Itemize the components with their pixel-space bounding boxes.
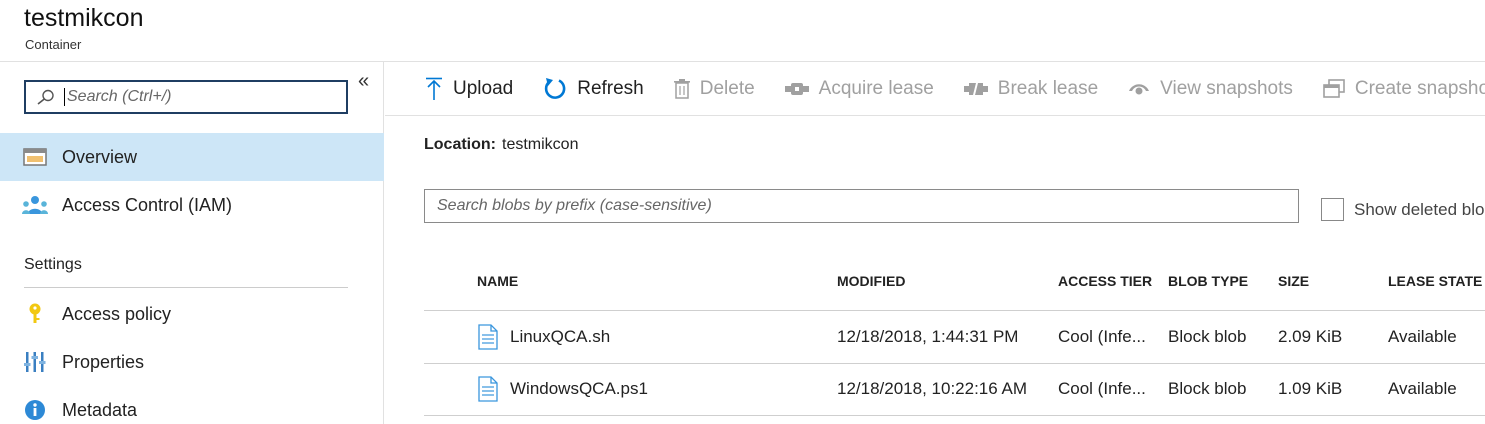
- location-info: Location: testmikcon: [424, 136, 578, 154]
- sidebar-search-input[interactable]: [67, 88, 327, 106]
- column-header-access-tier[interactable]: ACCESS TIER: [1058, 273, 1152, 289]
- column-header-size[interactable]: SIZE: [1278, 273, 1309, 289]
- lease-icon: [784, 81, 809, 97]
- blob-lease-state: Available: [1388, 379, 1457, 398]
- overview-icon: [22, 146, 48, 168]
- view-snapshots-label: View snapshots: [1160, 77, 1293, 99]
- create-snapshot-button[interactable]: Create snapshot: [1323, 78, 1485, 100]
- blob-size: 2.09 KiB: [1278, 327, 1343, 346]
- blob-name[interactable]: WindowsQCA.ps1: [510, 379, 648, 399]
- sidebar-item-label: Access policy: [62, 303, 172, 324]
- sidebar: « Overview Access Control (IAM) Settings: [0, 62, 384, 424]
- page-subtitle: Container: [25, 37, 82, 52]
- blob-size: 1.09 KiB: [1278, 379, 1343, 398]
- delete-button[interactable]: Delete: [673, 77, 755, 100]
- break-lease-icon: [963, 81, 988, 97]
- column-header-blob-type[interactable]: BLOB TYPE: [1168, 273, 1248, 289]
- sidebar-item-access-policy[interactable]: Access policy: [0, 290, 384, 338]
- table-row[interactable]: LinuxQCA.sh 12/18/2018, 1:44:31 PM Cool …: [424, 312, 1485, 364]
- snapshot-icon: [1323, 78, 1345, 99]
- file-icon: [478, 324, 498, 355]
- settings-section-label: Settings: [24, 256, 82, 273]
- file-icon: [478, 376, 498, 407]
- blob-type: Block blob: [1168, 379, 1247, 398]
- trash-icon: [673, 78, 690, 99]
- show-deleted-checkbox[interactable]: [1321, 198, 1344, 221]
- column-header-name[interactable]: NAME: [477, 273, 518, 289]
- refresh-button[interactable]: Refresh: [543, 77, 644, 101]
- sidebar-search[interactable]: [24, 80, 348, 114]
- location-label: Location:: [424, 136, 496, 153]
- search-icon: [37, 89, 54, 105]
- blob-modified: 12/18/2018, 10:22:16 AM: [837, 379, 1027, 398]
- sidebar-item-label: Access Control (IAM): [62, 194, 233, 215]
- collapse-sidebar-icon[interactable]: «: [358, 70, 369, 93]
- view-snapshots-button[interactable]: View snapshots: [1128, 78, 1293, 100]
- table-row[interactable]: WindowsQCA.ps1 12/18/2018, 10:22:16 AM C…: [424, 364, 1485, 416]
- refresh-icon: [543, 77, 567, 101]
- column-header-lease-state[interactable]: LEASE STATE: [1388, 273, 1482, 289]
- command-bar: Upload Refresh Delete Acquire lease Brea…: [385, 62, 1485, 116]
- blade-header: testmikcon Container: [0, 0, 1485, 62]
- sidebar-item-overview[interactable]: Overview: [0, 133, 384, 181]
- blob-search-input[interactable]: [437, 197, 1287, 215]
- blob-search-box[interactable]: [424, 189, 1299, 223]
- refresh-label: Refresh: [577, 77, 644, 99]
- section-divider: [24, 287, 348, 288]
- create-snapshot-label: Create snapshot: [1354, 77, 1485, 99]
- upload-button[interactable]: Upload: [425, 77, 513, 101]
- iam-icon: [22, 194, 48, 216]
- blob-lease-state: Available: [1388, 327, 1457, 346]
- main-content: Upload Refresh Delete Acquire lease Brea…: [385, 62, 1485, 424]
- text-cursor: [64, 88, 65, 106]
- properties-icon: [22, 351, 48, 373]
- eye-icon: [1128, 82, 1150, 96]
- acquire-lease-label: Acquire lease: [818, 77, 934, 99]
- acquire-lease-button[interactable]: Acquire lease: [784, 77, 934, 100]
- upload-icon: [425, 77, 443, 101]
- column-header-modified[interactable]: MODIFIED: [837, 273, 905, 289]
- break-lease-label: Break lease: [997, 77, 1099, 99]
- blob-type: Block blob: [1168, 327, 1247, 346]
- sidebar-item-label: Metadata: [62, 399, 138, 420]
- blob-name[interactable]: LinuxQCA.sh: [510, 327, 610, 347]
- blob-access-tier: Cool (Infe...: [1058, 379, 1146, 398]
- location-value: testmikcon: [502, 136, 579, 153]
- key-icon: [22, 303, 48, 325]
- blob-access-tier: Cool (Infe...: [1058, 327, 1146, 346]
- break-lease-button[interactable]: Break lease: [963, 77, 1099, 100]
- table-header-divider: [424, 310, 1485, 311]
- show-deleted-toggle[interactable]: Show deleted blobs: [1321, 198, 1485, 221]
- sidebar-item-label: Properties: [62, 351, 145, 372]
- sidebar-item-access-control[interactable]: Access Control (IAM): [0, 181, 384, 229]
- info-icon: [22, 399, 48, 421]
- page-title: testmikcon: [24, 4, 144, 32]
- sidebar-item-label: Overview: [62, 146, 138, 167]
- sidebar-item-metadata[interactable]: Metadata: [0, 386, 384, 424]
- delete-label: Delete: [699, 77, 755, 99]
- upload-label: Upload: [453, 77, 514, 99]
- sidebar-item-properties[interactable]: Properties: [0, 338, 384, 386]
- blob-modified: 12/18/2018, 1:44:31 PM: [837, 327, 1019, 346]
- show-deleted-label: Show deleted blobs: [1354, 199, 1485, 219]
